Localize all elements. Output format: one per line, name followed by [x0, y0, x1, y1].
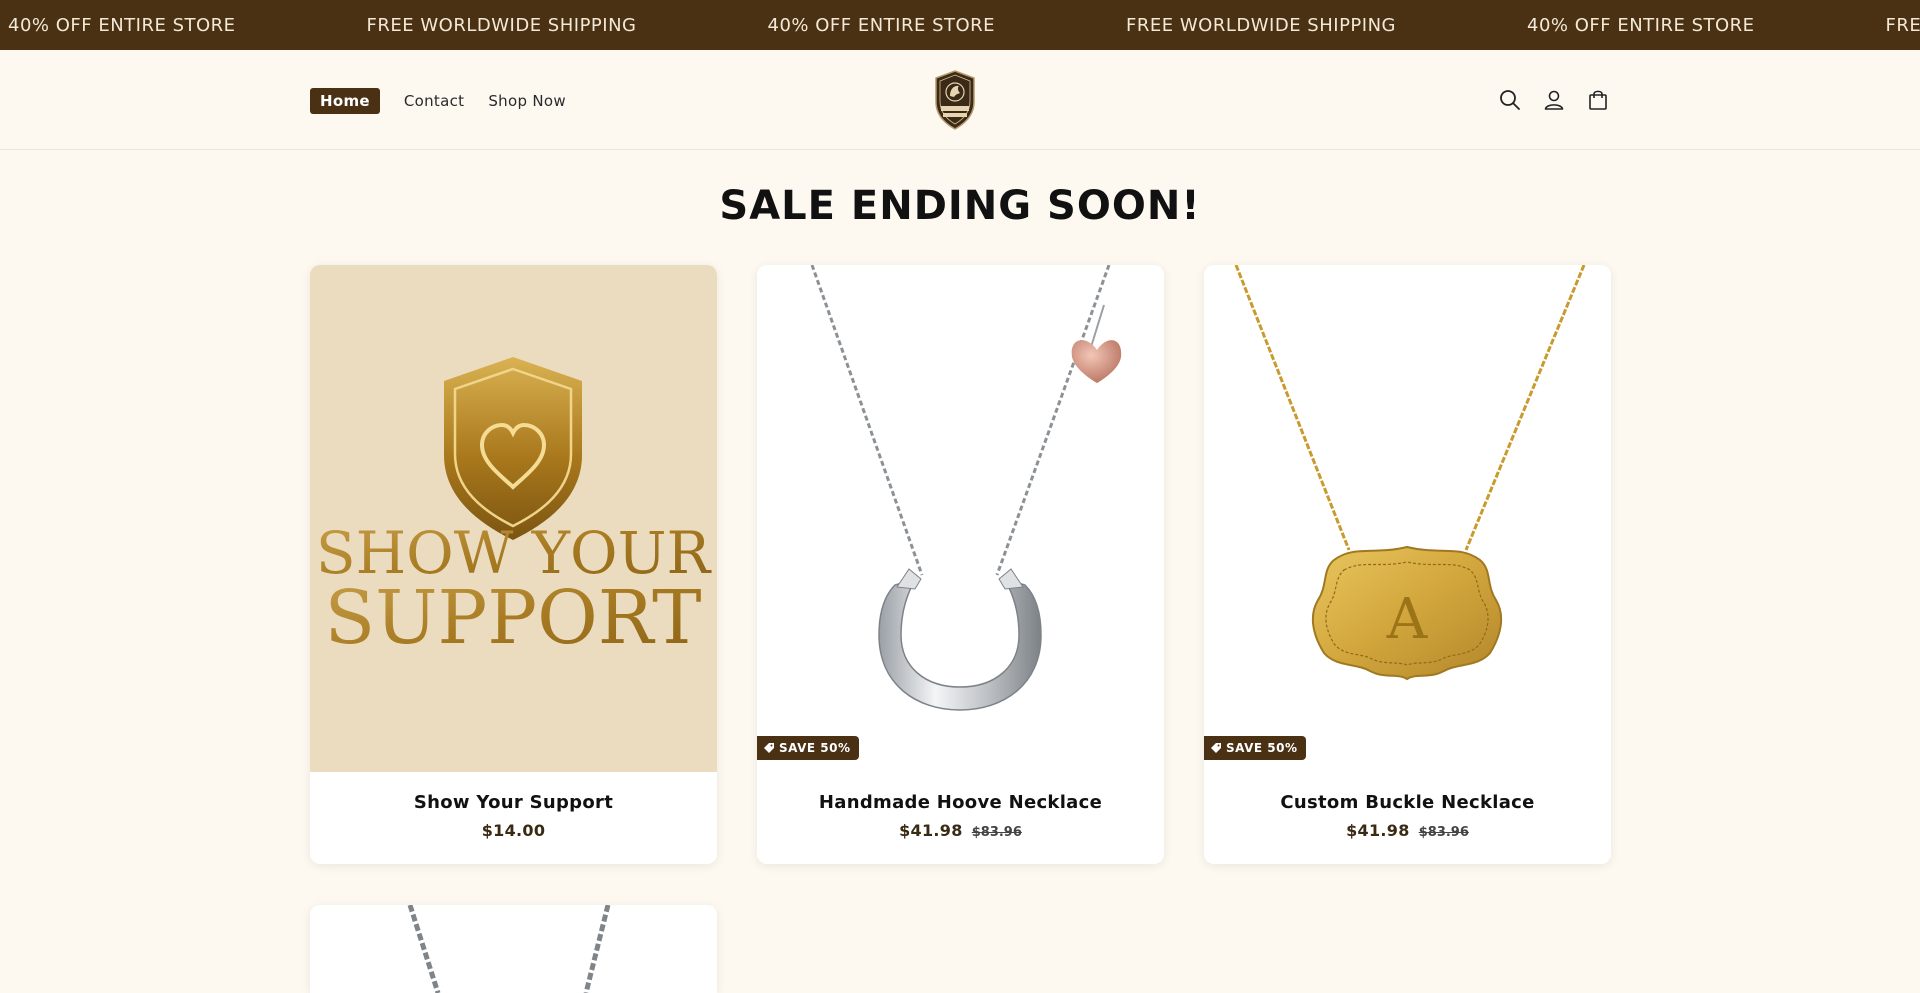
announcement-item: FREE WORLDWIDE SHIPPING	[366, 14, 637, 36]
header-actions	[1497, 87, 1611, 113]
product-card[interactable]	[310, 905, 717, 993]
section-title: SALE ENDING SOON!	[719, 183, 1201, 229]
silver-chain-image	[407, 905, 611, 993]
price-row: $41.98 $83.96	[757, 821, 1164, 840]
announcement-item: 40% OFF ENTIRE STORE	[8, 14, 236, 36]
show-your-support-image: SHOW YOUR SUPPORT	[316, 357, 712, 661]
product-compare-price: $83.96	[1418, 825, 1469, 840]
image-letter: A	[1386, 587, 1428, 652]
product-title[interactable]: Handmade Hoove Necklace	[757, 792, 1164, 813]
product-price: $41.98	[1346, 821, 1410, 840]
product-image[interactable]	[310, 905, 717, 993]
horseshoe-necklace-image	[810, 265, 1122, 711]
sale-badge: SAVE 50%	[757, 736, 859, 760]
announcement-track: 40% OFF ENTIRE STORE FREE WORLDWIDE SHIP…	[8, 0, 1920, 50]
site-header: Home Contact Shop Now	[0, 50, 1920, 150]
announcement-item: FREE WORLDWIDE SHIPPING	[1126, 14, 1396, 36]
tag-icon	[1211, 743, 1221, 753]
product-title[interactable]: Custom Buckle Necklace	[1204, 792, 1611, 813]
product-card[interactable]: SHOW YOUR SUPPORT Show Your Support $14.…	[310, 265, 717, 864]
product-image[interactable]: SHOW YOUR SUPPORT	[310, 265, 717, 772]
sale-badge: SAVE 50%	[1204, 736, 1306, 760]
image-text-line2: SUPPORT	[324, 575, 701, 661]
announcement-item: 40% OFF ENTIRE STORE	[767, 14, 996, 36]
buckle-necklace-image: A	[1234, 265, 1586, 681]
product-card[interactable]: A SAVE 50% Custom Buckle Necklace $41.98…	[1204, 265, 1611, 864]
sale-badge-label: SAVE 50%	[779, 741, 851, 755]
product-title[interactable]: Show Your Support	[310, 792, 717, 813]
main-nav: Home Contact Shop Now	[310, 88, 590, 114]
logo-shield-icon	[935, 70, 975, 130]
product-info: Handmade Hoove Necklace $41.98 $83.96	[757, 772, 1164, 864]
product-card[interactable]: SAVE 50% Handmade Hoove Necklace $41.98 …	[757, 265, 1164, 864]
announcement-item: FREE WORLDWIDE SHIPPING	[1885, 14, 1920, 36]
product-info: Show Your Support $14.00	[310, 772, 717, 864]
account-icon[interactable]	[1541, 87, 1567, 113]
nav-link-contact[interactable]: Contact	[404, 92, 464, 110]
product-price: $41.98	[899, 821, 963, 840]
product-compare-price: $83.96	[971, 825, 1022, 840]
announcement-item: 40% OFF ENTIRE STORE	[1527, 14, 1755, 36]
site-logo[interactable]	[933, 70, 977, 130]
nav-link-shop-now[interactable]: Shop Now	[488, 92, 566, 110]
announcement-bar: 40% OFF ENTIRE STORE FREE WORLDWIDE SHIP…	[0, 0, 1920, 50]
sale-badge-label: SAVE 50%	[1226, 741, 1298, 755]
tag-icon	[764, 743, 774, 753]
product-info: Custom Buckle Necklace $41.98 $83.96	[1204, 772, 1611, 864]
cart-icon[interactable]	[1585, 87, 1611, 113]
product-image[interactable]: SAVE 50%	[757, 265, 1164, 772]
nav-link-home[interactable]: Home	[310, 88, 380, 114]
price-row: $41.98 $83.96	[1204, 821, 1611, 840]
search-icon[interactable]	[1497, 87, 1523, 113]
product-image[interactable]: A SAVE 50%	[1204, 265, 1611, 772]
price-row: $14.00	[310, 821, 717, 840]
product-price: $14.00	[481, 821, 546, 840]
